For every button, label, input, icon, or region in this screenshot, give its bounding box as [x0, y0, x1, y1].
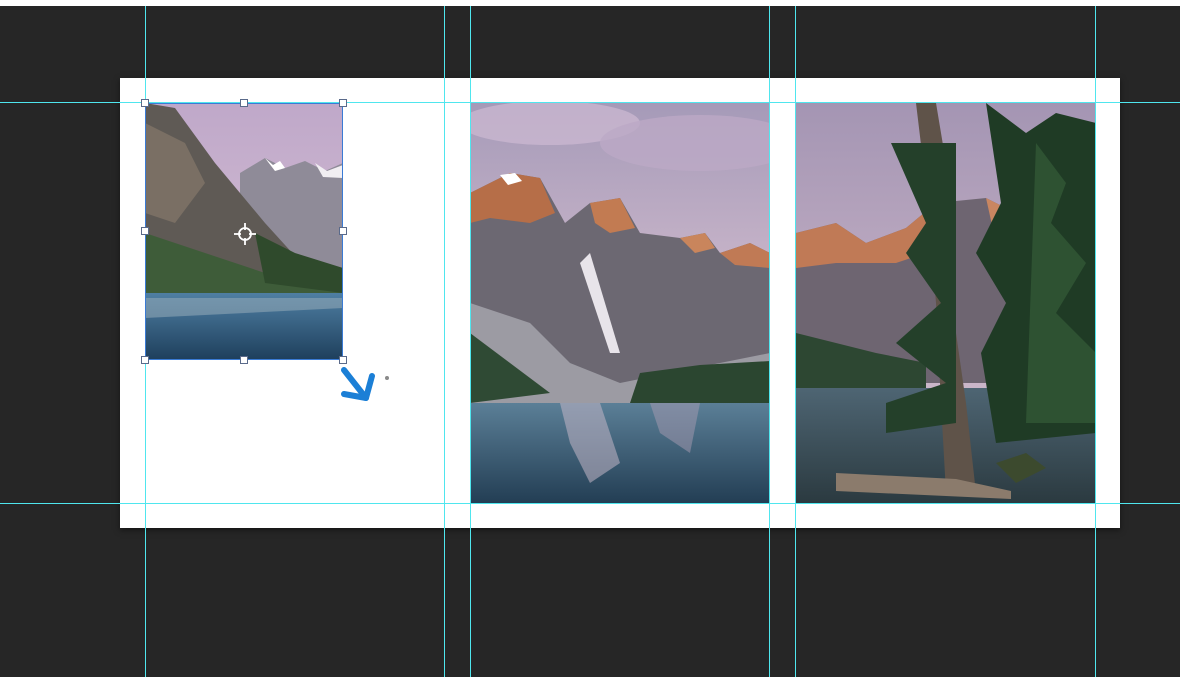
- photo-frame-2-moraine-lake[interactable]: [470, 103, 770, 503]
- resize-handle-top-center[interactable]: [240, 99, 248, 107]
- guide-vertical-6: [1095, 6, 1096, 677]
- photo-frame-3-forest-shore[interactable]: [796, 103, 1096, 503]
- artboard[interactable]: [120, 78, 1120, 528]
- arrow-down-right-icon: [334, 362, 382, 410]
- guide-vertical-2: [444, 6, 445, 677]
- resize-handle-bottom-left[interactable]: [141, 356, 149, 364]
- photo-2-image: [470, 103, 770, 503]
- resize-handle-top-right[interactable]: [339, 99, 347, 107]
- crosshair-icon[interactable]: [233, 222, 257, 246]
- guide-horizontal-top: [0, 102, 1180, 103]
- top-strip: [0, 0, 1180, 6]
- cursor-dot: [385, 376, 389, 380]
- guide-vertical-3: [470, 6, 471, 677]
- resize-handle-middle-left[interactable]: [141, 227, 149, 235]
- resize-handle-bottom-center[interactable]: [240, 356, 248, 364]
- resize-handle-middle-right[interactable]: [339, 227, 347, 235]
- guide-vertical-5: [795, 6, 796, 677]
- resize-handle-top-left[interactable]: [141, 99, 149, 107]
- guide-horizontal-bottom: [0, 503, 1180, 504]
- photo-3-image: [796, 103, 1096, 503]
- guide-vertical-4: [769, 6, 770, 677]
